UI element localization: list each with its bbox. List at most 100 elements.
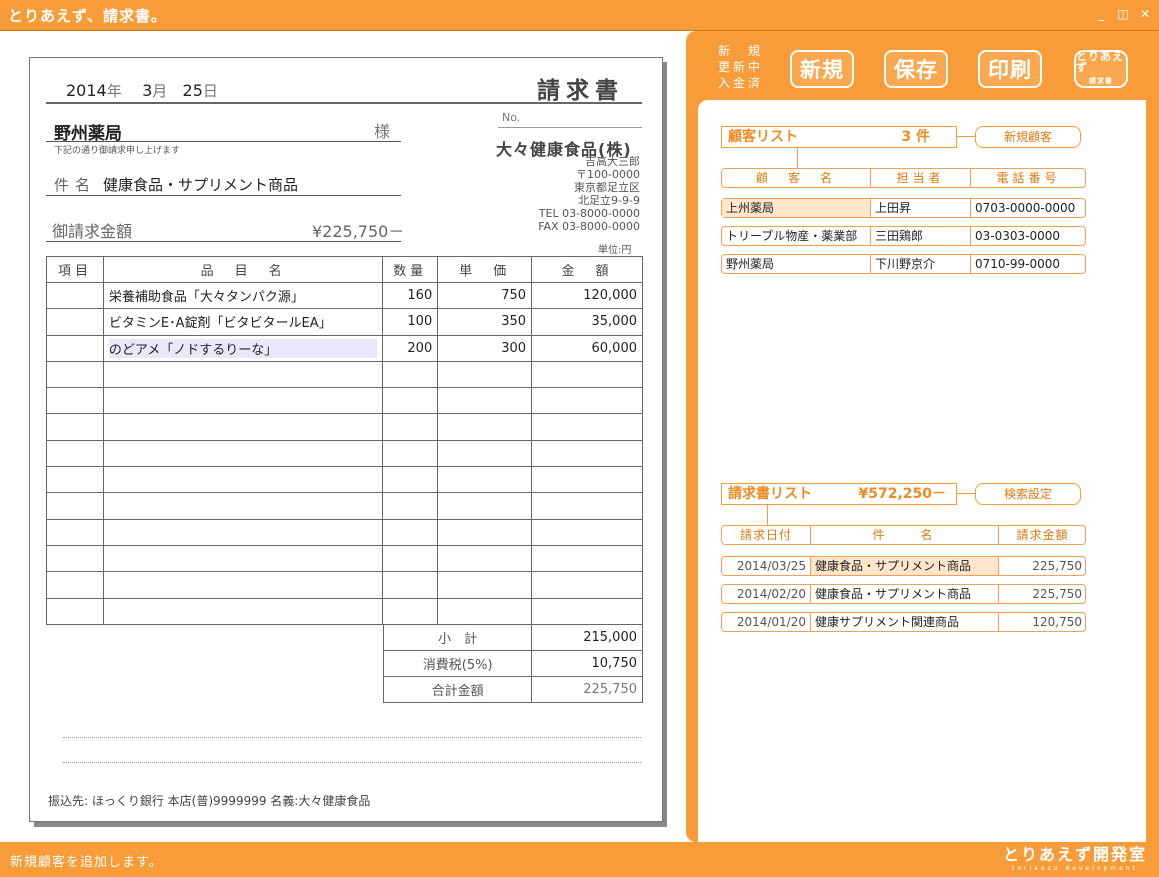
item-name-edit[interactable]: のどアメ「ノドするりーな」 (108, 338, 378, 358)
table-row[interactable] (46, 518, 643, 546)
item-cell[interactable] (46, 308, 104, 336)
empty-cell[interactable] (382, 597, 439, 625)
item-name-cell[interactable]: ビタミンE･A錠剤「ビタビタールEA」 (102, 308, 384, 336)
amount-cell[interactable]: 120,000 (531, 281, 643, 310)
empty-cell[interactable] (437, 360, 533, 389)
item-cell[interactable] (46, 334, 104, 362)
invoice-amount-cell[interactable]: 225,750 (998, 585, 1086, 603)
empty-cell[interactable] (382, 518, 439, 546)
qty-cell[interactable]: 160 (382, 281, 439, 310)
empty-cell[interactable] (102, 492, 384, 520)
phone-cell[interactable]: 03-0303-0000 (970, 227, 1086, 245)
empty-cell[interactable] (531, 439, 643, 468)
empty-cell[interactable] (382, 466, 439, 494)
price-cell[interactable]: 350 (437, 308, 533, 336)
day-value[interactable]: 25 (183, 81, 203, 100)
close-icon[interactable]: ✕ (1139, 7, 1151, 21)
invoice-row[interactable]: 2014/03/25 健康食品・サプリメント商品 225,750 (721, 556, 1086, 576)
invoice-date[interactable]: 2014年 3月 25日 (66, 80, 218, 101)
empty-cell[interactable] (46, 544, 104, 573)
empty-cell[interactable] (531, 360, 643, 389)
search-settings-button[interactable]: 検索設定 (975, 483, 1081, 505)
month-value[interactable]: 3 (142, 81, 152, 100)
app-logo-button[interactable]: とりあえず 請求書 (1074, 50, 1128, 88)
item-name-cell[interactable]: 栄養補助食品「大々タンパク源」 (102, 281, 384, 310)
table-row[interactable] (46, 492, 643, 520)
customer-row[interactable]: 上州薬局 上田昇 0703-0000-0000 (721, 198, 1086, 218)
empty-cell[interactable] (102, 413, 384, 441)
empty-cell[interactable] (102, 360, 384, 389)
empty-cell[interactable] (46, 413, 104, 441)
empty-cell[interactable] (531, 544, 643, 573)
empty-cell[interactable] (437, 466, 533, 494)
empty-cell[interactable] (46, 439, 104, 468)
restore-icon[interactable]: ◫ (1117, 7, 1129, 21)
qty-cell[interactable]: 200 (382, 334, 439, 362)
empty-cell[interactable] (437, 544, 533, 573)
price-cell[interactable]: 300 (437, 334, 533, 362)
item-name-cell[interactable]: のどアメ「ノドするりーな」 (102, 334, 384, 362)
invoice-row[interactable]: 2014/02/20 健康食品・サプリメント商品 225,750 (721, 584, 1086, 604)
empty-cell[interactable] (46, 360, 104, 389)
amount-cell[interactable]: 35,000 (531, 308, 643, 336)
empty-cell[interactable] (102, 518, 384, 546)
phone-cell[interactable]: 0703-0000-0000 (970, 199, 1086, 217)
subject-field[interactable]: 健康食品・サプリメント商品 (103, 174, 298, 195)
new-customer-button[interactable]: 新規顧客 (975, 126, 1081, 148)
note-line[interactable] (63, 762, 641, 763)
customer-name-cell[interactable]: トリーブル物産・薬業部 (722, 227, 870, 245)
qty-cell[interactable]: 100 (382, 308, 439, 336)
table-row[interactable] (46, 387, 643, 415)
empty-cell[interactable] (46, 387, 104, 415)
phone-cell[interactable]: 0710-99-0000 (970, 255, 1086, 273)
subject-cell[interactable]: 健康食品・サプリメント商品 (810, 585, 998, 603)
empty-cell[interactable] (382, 413, 439, 441)
customer-name-cell[interactable]: 上州薬局 (722, 199, 870, 217)
empty-cell[interactable] (437, 597, 533, 625)
print-button[interactable]: 印刷 (978, 50, 1042, 88)
table-row[interactable]: のどアメ「ノドするりーな」 200 300 60,000 (46, 334, 643, 362)
table-row[interactable] (46, 360, 643, 389)
note-line[interactable] (63, 737, 641, 738)
table-row[interactable] (46, 466, 643, 494)
bank-info[interactable]: 振込先: ほっくり銀行 本店(普)9999999 名義:大々健康食品 (48, 792, 370, 809)
table-row[interactable] (46, 439, 643, 468)
empty-cell[interactable] (46, 571, 104, 599)
empty-cell[interactable] (382, 492, 439, 520)
subject-cell[interactable]: 健康サプリメント関連商品 (810, 613, 998, 631)
date-cell[interactable]: 2014/01/20 (722, 613, 810, 631)
table-row[interactable] (46, 597, 643, 625)
table-row[interactable] (46, 571, 643, 599)
invoice-row[interactable]: 2014/01/20 健康サプリメント関連商品 120,750 (721, 612, 1086, 632)
price-cell[interactable]: 750 (437, 281, 533, 310)
empty-cell[interactable] (382, 571, 439, 599)
empty-cell[interactable] (102, 466, 384, 494)
table-row[interactable]: 栄養補助食品「大々タンパク源」 160 750 120,000 (46, 281, 643, 310)
subject-cell[interactable]: 健康食品・サプリメント商品 (810, 557, 998, 575)
empty-cell[interactable] (531, 492, 643, 520)
empty-cell[interactable] (437, 439, 533, 468)
amount-cell[interactable]: 60,000 (531, 334, 643, 362)
empty-cell[interactable] (437, 518, 533, 546)
date-cell[interactable]: 2014/02/20 (722, 585, 810, 603)
empty-cell[interactable] (102, 571, 384, 599)
empty-cell[interactable] (531, 571, 643, 599)
invoice-amount-cell[interactable]: 225,750 (998, 557, 1086, 575)
empty-cell[interactable] (531, 387, 643, 415)
contact-cell[interactable]: 下川野京介 (870, 255, 970, 273)
empty-cell[interactable] (46, 518, 104, 546)
save-button[interactable]: 保存 (884, 50, 948, 88)
empty-cell[interactable] (437, 387, 533, 415)
empty-cell[interactable] (102, 387, 384, 415)
empty-cell[interactable] (46, 466, 104, 494)
new-button[interactable]: 新規 (790, 50, 854, 88)
minimize-icon[interactable]: _ (1095, 7, 1107, 21)
empty-cell[interactable] (531, 518, 643, 546)
contact-cell[interactable]: 三田鶏郎 (870, 227, 970, 245)
empty-cell[interactable] (102, 544, 384, 573)
contact-cell[interactable]: 上田昇 (870, 199, 970, 217)
empty-cell[interactable] (437, 492, 533, 520)
item-cell[interactable] (46, 281, 104, 310)
empty-cell[interactable] (437, 571, 533, 599)
empty-cell[interactable] (382, 439, 439, 468)
